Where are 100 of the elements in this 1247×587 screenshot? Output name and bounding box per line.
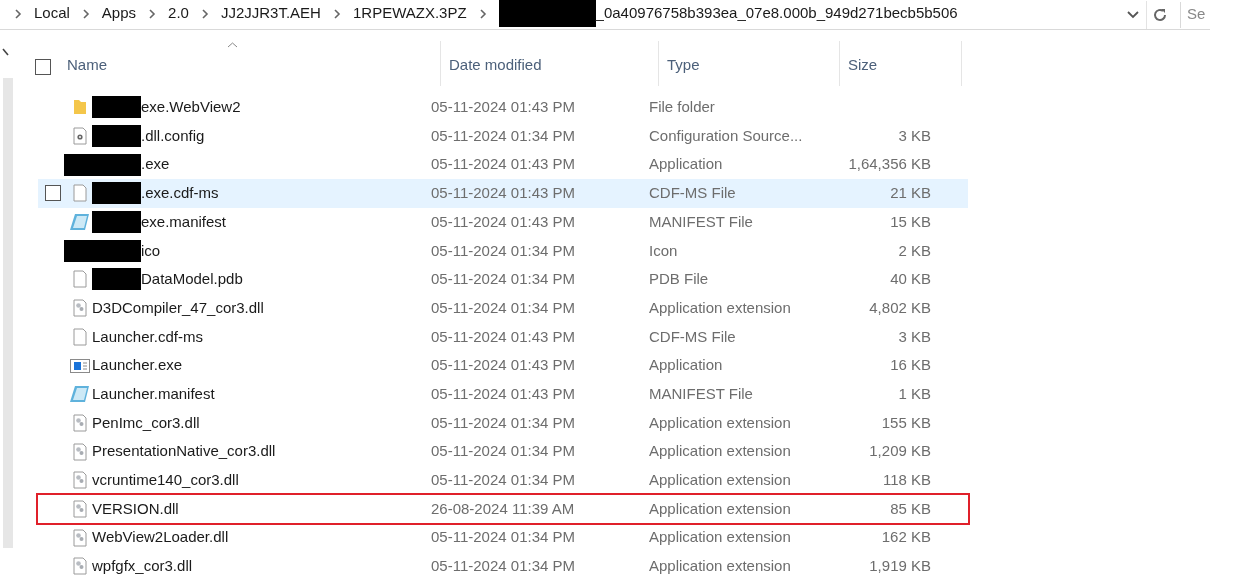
size-cell-text: 118 KB: [881, 470, 931, 491]
chevron-right-icon: [200, 7, 209, 20]
file-row[interactable]: PenImc_cor3.dll 05-11-2024 01:34 PM Application extension 155 KB: [38, 408, 968, 438]
date-cell-text: 05-11-2024 01:43 PM: [431, 97, 576, 118]
size-cell-text: 21 KB: [889, 183, 931, 204]
date-cell-text: 05-11-2024 01:43 PM: [431, 355, 576, 376]
file-name: Launcher.cdf-ms: [92, 326, 203, 347]
file-row[interactable]: ico 05-11-2024 01:34 PM Icon 2 KB: [38, 236, 968, 266]
type-cell-text: Application: [649, 355, 724, 376]
file-name: exe.manifest: [141, 211, 227, 232]
file-name: D3DCompiler_47_cor3.dll: [92, 297, 264, 318]
size-cell-text: 162 KB: [880, 527, 931, 548]
date-cell-text: 26-08-2024 11:39 AM: [431, 498, 576, 519]
expand-icon[interactable]: [2, 48, 10, 58]
chevron-down-icon[interactable]: [1126, 9, 1141, 20]
notepad-icon: [69, 385, 91, 404]
type-cell-text: Application extension: [649, 498, 792, 519]
date-cell-text: 05-11-2024 01:43 PM: [431, 183, 576, 204]
file-row[interactable]: DataModel.pdb 05-11-2024 01:34 PM PDB File 40 KB: [38, 265, 968, 294]
file-name: vcruntime140_cor3.dll: [92, 470, 239, 491]
type-cell-text: CDF-MS File: [649, 326, 737, 347]
chevron-right-icon: [332, 7, 341, 20]
column-header[interactable]: Size: [848, 53, 961, 76]
chevron-right-icon: [14, 7, 22, 20]
type-cell-text: MANIFEST File: [649, 211, 754, 232]
application-window-icon: [70, 358, 90, 373]
file-icon: [73, 327, 87, 346]
type-cell-text: Application extension: [649, 412, 792, 433]
size-cell-text: 2 KB: [897, 240, 931, 261]
file-row[interactable]: exe.manifest 05-11-2024 01:43 PM MANIFEST File 15 KB: [38, 207, 968, 237]
sort-ascending-icon[interactable]: [227, 42, 238, 48]
size-cell-text: 1 KB: [897, 383, 931, 404]
file-row[interactable]: VERSION.dll 26-08-2024 11:39 AM Application extension 85 KB: [38, 494, 968, 524]
file-row[interactable]: Launcher.manifest 05-11-2024 01:43 PM MANIFEST File 1 KB: [38, 379, 968, 409]
type-cell-text: Application extension: [649, 527, 792, 548]
column-header[interactable]: Name: [67, 53, 440, 76]
type-cell-text: Application extension: [649, 470, 792, 491]
type-cell-text: MANIFEST File: [649, 383, 754, 404]
type-cell-text: Application extension: [649, 297, 792, 318]
size-cell-text: 3 KB: [897, 326, 931, 347]
breadcrumb-item[interactable]: 2.0: [168, 2, 189, 25]
gear-file-icon: [73, 299, 87, 318]
select-all-checkbox[interactable]: [35, 59, 51, 75]
file-row[interactable]: .dll.config 05-11-2024 01:34 PM Configuration Source... 3 KB: [38, 121, 968, 151]
type-cell-text: CDF-MS File: [649, 183, 737, 204]
notepad-icon: [69, 213, 91, 232]
file-name: .exe: [141, 154, 170, 175]
gear-file-icon: [73, 528, 87, 547]
file-name: Launcher.exe: [92, 355, 183, 376]
file-row[interactable]: D3DCompiler_47_cor3.dll 05-11-2024 01:34 PM Application extension 4,802 KB: [38, 293, 968, 323]
size-cell-text: 1,919 KB: [868, 556, 931, 577]
search-field[interactable]: Se: [1180, 1, 1210, 28]
column-header[interactable]: Date modified: [449, 53, 658, 76]
date-cell-text: 05-11-2024 01:43 PM: [431, 383, 576, 404]
date-cell-text: 05-11-2024 01:43 PM: [431, 211, 576, 232]
file-row[interactable]: wpfgfx_cor3.dll 05-11-2024 01:34 PM Application extension 1,919 KB: [38, 552, 968, 581]
file-name: PresentationNative_cor3.dll: [92, 441, 276, 462]
size-cell-text: 15 KB: [889, 211, 931, 232]
date-cell-text: 05-11-2024 01:34 PM: [431, 269, 576, 290]
file-row[interactable]: .exe.cdf-ms 05-11-2024 01:43 PM CDF-MS File 21 KB: [38, 179, 968, 208]
type-cell-text: PDB File: [649, 269, 710, 290]
file-name: WebView2Loader.dll: [92, 527, 229, 548]
file-row[interactable]: vcruntime140_cor3.dll 05-11-2024 01:34 PM Application extension 118 KB: [38, 465, 968, 495]
file-name: ico: [141, 240, 161, 261]
breadcrumb-item[interactable]: Local: [34, 2, 70, 25]
breadcrumb-item[interactable]: 1RPEWAZX.3PZ: [352, 2, 467, 25]
file-name: Launcher.manifest: [92, 383, 215, 404]
chevron-right-icon: [478, 7, 487, 20]
file-icon: [73, 270, 87, 289]
size-cell-text: 155 KB: [880, 412, 931, 433]
size-cell-text: 40 KB: [889, 269, 931, 290]
date-cell-text: 05-11-2024 01:34 PM: [431, 527, 576, 548]
file-name: exe.WebView2: [141, 97, 241, 118]
pane-scrollbar[interactable]: [3, 78, 13, 548]
column-header[interactable]: Type: [667, 53, 839, 76]
type-cell-text: Configuration Source...: [649, 125, 804, 146]
size-cell-text: 4,802 KB: [868, 297, 931, 318]
file-row[interactable]: exe.WebView2 05-11-2024 01:43 PM File folder: [38, 93, 968, 122]
file-row[interactable]: Launcher.cdf-ms 05-11-2024 01:43 PM CDF-MS File 3 KB: [38, 322, 968, 352]
size-cell-text: 3 KB: [897, 125, 931, 146]
type-cell-text: Application extension: [649, 441, 792, 462]
chevron-right-icon: [148, 7, 157, 20]
size-cell-text: 85 KB: [889, 498, 931, 519]
breadcrumb-item[interactable]: JJ2JJR3T.AEH: [220, 2, 321, 25]
file-row[interactable]: WebView2Loader.dll 05-11-2024 01:34 PM Application extension 162 KB: [38, 523, 968, 552]
gear-file-icon: [73, 471, 87, 490]
file-row[interactable]: PresentationNative_cor3.dll 05-11-2024 01:34 PM Application extension 1,209 KB: [38, 437, 968, 466]
row-checkbox[interactable]: [45, 185, 61, 202]
date-cell-text: 05-11-2024 01:34 PM: [431, 297, 576, 318]
refresh-icon[interactable]: [1151, 6, 1168, 23]
type-cell-text: Icon: [649, 240, 679, 261]
breadcrumb-item[interactable]: Apps: [101, 2, 137, 25]
file-name: .exe.cdf-ms: [141, 183, 219, 204]
date-cell-text: 05-11-2024 01:34 PM: [431, 412, 576, 433]
gear-file-icon: [73, 413, 87, 432]
file-row[interactable]: Launcher.exe 05-11-2024 01:43 PM Application 16 KB: [38, 351, 968, 380]
date-cell-text: 05-11-2024 01:43 PM: [431, 154, 576, 175]
gear-file-icon: [73, 442, 87, 461]
file-row[interactable]: .exe 05-11-2024 01:43 PM Application 1,64,356 KB: [38, 150, 968, 180]
size-cell-text: 16 KB: [889, 355, 931, 376]
